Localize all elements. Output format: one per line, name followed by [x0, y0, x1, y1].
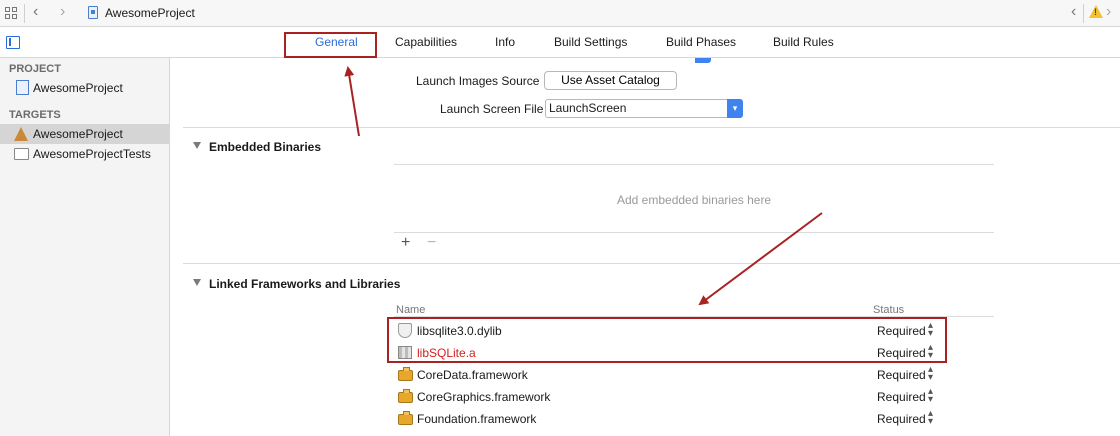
status-stepper-icon[interactable]: ▴ ▾ [928, 365, 933, 383]
framework-icon [398, 367, 413, 381]
launch-screen-file-label: Launch Screen File [440, 102, 544, 116]
general-tab-annotation-box [284, 32, 377, 58]
list-bottom-border [394, 232, 994, 233]
project-icon [16, 80, 29, 95]
back-chevron-icon[interactable]: ‹ [33, 3, 38, 21]
test-target-icon [14, 148, 29, 160]
launch-images-source-label: Launch Images Source [416, 74, 540, 88]
embedded-binaries-empty-message: Add embedded binaries here [617, 193, 772, 207]
previous-issue-chevron-icon[interactable]: ‹ [1071, 3, 1076, 21]
table-row[interactable]: CoreGraphics.framework Required ▴ ▾ [393, 386, 948, 408]
next-issue-chevron-icon[interactable]: › [1106, 3, 1111, 21]
status-stepper-icon[interactable]: ▴ ▾ [928, 409, 933, 427]
list-top-border [394, 164, 994, 165]
remove-embedded-binary-icon[interactable]: − [427, 234, 436, 252]
column-header-status[interactable]: Status [873, 304, 904, 316]
tab-capabilities[interactable]: Capabilities [395, 35, 457, 49]
disclosure-triangle-icon[interactable] [193, 279, 201, 286]
tab-build-rules[interactable]: Build Rules [773, 35, 834, 49]
tab-build-settings[interactable]: Build Settings [554, 35, 627, 49]
add-embedded-binary-icon[interactable]: + [401, 234, 410, 252]
framework-icon [398, 411, 413, 425]
clipped-popup-chevron[interactable] [695, 58, 711, 63]
launch-screen-file-value: LaunchScreen [549, 101, 627, 115]
sidebar-item-target-app[interactable]: AwesomeProject [0, 124, 169, 144]
nav-divider [24, 4, 25, 23]
library-status[interactable]: Required [877, 390, 926, 404]
table-row[interactable]: Foundation.framework Required ▴ ▾ [393, 408, 948, 430]
related-items-grid-icon[interactable] [5, 7, 18, 20]
project-heading: PROJECT [9, 63, 61, 75]
forward-chevron-icon[interactable]: › [60, 3, 65, 21]
nav-divider [1083, 4, 1084, 23]
library-name: Foundation.framework [417, 412, 537, 426]
sidebar-item-project[interactable]: AwesomeProject [0, 78, 169, 98]
sidebar-item-label: AwesomeProject [33, 127, 123, 141]
targets-heading: TARGETS [9, 109, 61, 121]
tab-build-phases[interactable]: Build Phases [666, 35, 736, 49]
sidebar-item-label: AwesomeProject [33, 81, 123, 95]
app-target-icon [14, 127, 28, 141]
embedded-binaries-title: Embedded Binaries [209, 140, 322, 154]
editor-tab-bar: General Capabilities Info Build Settings… [0, 27, 1120, 58]
status-stepper-icon[interactable]: ▴ ▾ [928, 387, 933, 405]
framework-icon [398, 389, 413, 403]
navigation-bar: ‹ › AwesomeProject ‹ ! › [0, 0, 1120, 27]
tab-info[interactable]: Info [495, 35, 515, 49]
table-row[interactable]: CoreData.framework Required ▴ ▾ [393, 364, 948, 386]
use-asset-catalog-button[interactable]: Use Asset Catalog [544, 71, 677, 90]
section-divider [183, 263, 1120, 264]
library-status[interactable]: Required [877, 368, 926, 382]
section-divider [183, 127, 1120, 128]
column-header-name[interactable]: Name [396, 304, 425, 316]
project-file-icon [88, 6, 98, 19]
warning-mark: ! [1094, 7, 1097, 17]
sidebar-item-target-tests[interactable]: AwesomeProjectTests [0, 144, 169, 164]
launch-screen-file-combo[interactable]: LaunchScreen ▾ [545, 99, 743, 118]
sidebar-toggle-icon[interactable] [6, 36, 20, 49]
project-targets-sidebar: PROJECT AwesomeProject TARGETS AwesomePr… [0, 58, 170, 436]
library-status[interactable]: Required [877, 412, 926, 426]
linked-frameworks-title: Linked Frameworks and Libraries [209, 277, 401, 291]
disclosure-triangle-icon[interactable] [193, 142, 201, 149]
warning-icon[interactable]: ! [1089, 5, 1103, 18]
library-name: CoreGraphics.framework [417, 390, 551, 404]
sidebar-item-label: AwesomeProjectTests [33, 147, 151, 161]
breadcrumb[interactable]: AwesomeProject [105, 6, 195, 20]
libraries-annotation-box [387, 317, 947, 363]
chevron-down-icon[interactable]: ▾ [727, 99, 743, 118]
library-name: CoreData.framework [417, 368, 528, 382]
